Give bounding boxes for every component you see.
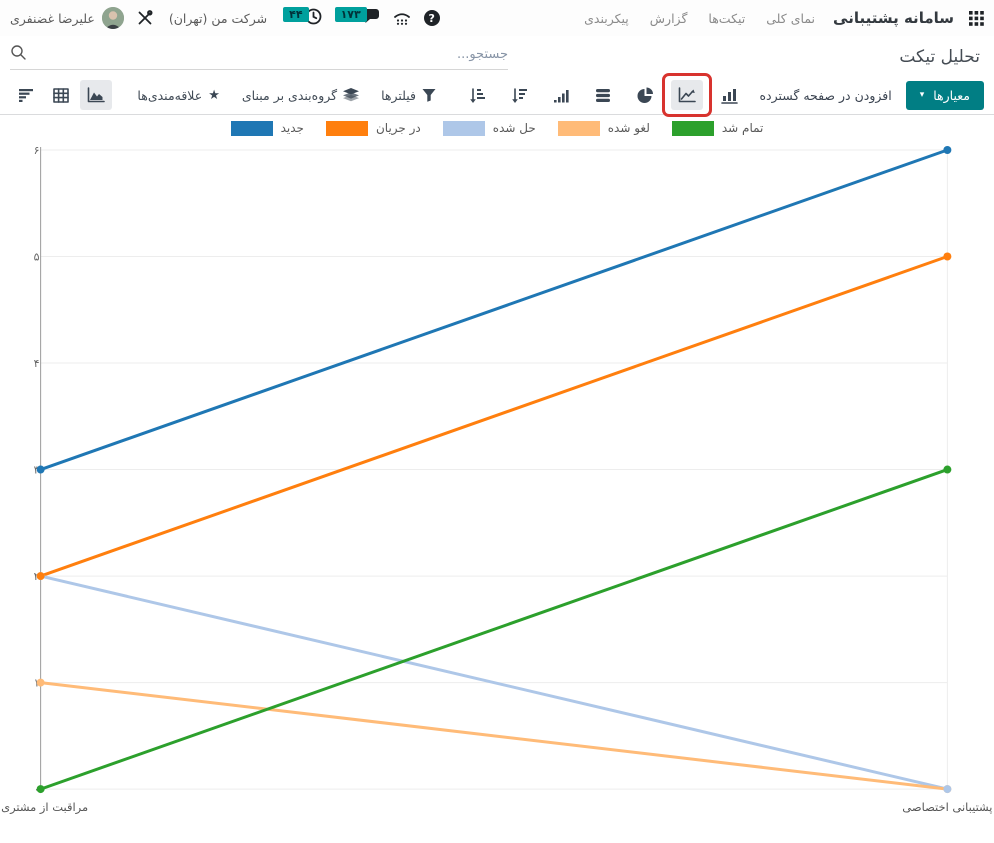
page-title: تحلیل تیکت	[899, 47, 980, 67]
stacked-toggle-button[interactable]	[587, 80, 619, 110]
chevron-down-icon: ▾	[920, 90, 925, 100]
chart-canvas: ۰۱۲۳۴۵۶مراقبت از مشتریپشتیبانی اختصاصیتی…	[0, 142, 994, 842]
pivot-view-button[interactable]	[45, 80, 77, 110]
voip-phone-icon[interactable]	[393, 11, 411, 26]
insert-in-spreadsheet-button[interactable]: افزودن در صفحه گسترده	[755, 88, 895, 103]
apps-grid-icon[interactable]	[969, 11, 984, 26]
legend-item-2[interactable]: حل شده	[443, 121, 536, 136]
user-name: علیرضا غضنفری	[10, 11, 95, 26]
svg-text:۶: ۶	[34, 144, 40, 157]
pie-chart-button[interactable]	[629, 80, 661, 110]
search-input[interactable]	[27, 47, 508, 62]
messages-tray[interactable]: ۱۷۳	[335, 8, 380, 28]
svg-text:پشتیبانی اختصاصی: پشتیبانی اختصاصی	[902, 800, 992, 814]
bar-chart-button[interactable]	[713, 80, 745, 110]
control-panel-header: تحلیل تیکت	[0, 36, 994, 76]
sort-ascending-button[interactable]	[461, 80, 493, 110]
tools-icon[interactable]	[137, 10, 153, 26]
favorites-button[interactable]: ★ علاقه‌مندی‌ها	[131, 88, 225, 103]
legend-item-1[interactable]: در جریان	[326, 121, 421, 136]
legend-swatch	[443, 121, 485, 136]
legend-label: حل شده	[493, 121, 536, 135]
app-name[interactable]: سامانه پشتیبانی	[833, 9, 954, 27]
menu-tickets[interactable]: تیکت‌ها	[705, 9, 748, 28]
measures-button[interactable]: معیارها ▾	[906, 81, 984, 110]
legend-swatch	[231, 121, 273, 136]
legend-item-3[interactable]: لغو شده	[558, 121, 650, 136]
filters-button[interactable]: فیلترها	[375, 88, 442, 103]
activities-tray[interactable]: ۴۴	[283, 8, 321, 29]
user-avatar	[102, 7, 124, 29]
toolbar-right-group: معیارها ▾ افزودن در صفحه گسترده	[461, 80, 984, 110]
list-view-button[interactable]	[10, 80, 42, 110]
svg-text:تیم: تیم	[487, 840, 502, 842]
ticket-analysis-chart: جدیددر جریانحل شدهلغو شدهتمام شد ۰۱۲۳۴۵۶…	[0, 115, 994, 842]
filter-funnel-icon	[422, 88, 436, 102]
star-icon: ★	[208, 88, 220, 103]
legend-swatch	[326, 121, 368, 136]
activities-count-badge: ۴۴	[283, 7, 308, 22]
company-switcher[interactable]: شرکت من (تهران)	[166, 9, 270, 28]
menu-overview[interactable]: نمای کلی	[763, 9, 818, 28]
legend-label: در جریان	[376, 121, 421, 135]
legend-label: تمام شد	[722, 121, 764, 135]
svg-text:۵: ۵	[34, 250, 40, 263]
user-menu[interactable]: علیرضا غضنفری	[10, 7, 124, 29]
view-switcher	[10, 80, 112, 110]
legend-item-0[interactable]: جدید	[231, 121, 304, 136]
legend-swatch	[672, 121, 714, 136]
messages-count-badge: ۱۷۳	[335, 7, 367, 22]
search-box	[10, 44, 508, 70]
line-chart-button[interactable]	[671, 80, 703, 110]
table-grid-icon	[53, 88, 69, 103]
chart-legend: جدید در جریان حل شده لغو شده تمام شد	[0, 115, 994, 142]
graph-toolbar: معیارها ▾ افزودن در صفحه گسترده	[0, 76, 994, 115]
systray: ? ۱۷۳	[10, 7, 440, 29]
layers-icon	[343, 88, 359, 102]
sort-descending-button[interactable]	[503, 80, 535, 110]
area-chart-icon	[87, 87, 105, 103]
legend-swatch	[558, 121, 600, 136]
menu-reporting[interactable]: گزارش	[647, 9, 691, 28]
svg-text:مراقبت از مشتری: مراقبت از مشتری	[1, 800, 88, 815]
search-icon	[10, 44, 27, 65]
toolbar-middle-group: فیلترها گروه‌بندی بر مبنای ★ علاقه‌مندی‌…	[131, 88, 442, 103]
menu-configuration[interactable]: پیکربندی	[581, 9, 632, 28]
group-by-button[interactable]: گروه‌بندی بر مبنای	[236, 88, 365, 103]
svg-text:۴: ۴	[34, 357, 40, 370]
legend-label: جدید	[281, 121, 304, 135]
graph-view-button[interactable]	[80, 80, 112, 110]
cumulative-button[interactable]	[545, 80, 577, 110]
top-navbar: سامانه پشتیبانی نمای کلی تیکت‌ها گزارش پ…	[0, 0, 994, 36]
horizontal-bars-icon	[18, 88, 34, 102]
help-icon[interactable]: ?	[424, 10, 440, 26]
legend-item-4[interactable]: تمام شد	[672, 121, 764, 136]
navbar-main-menu: سامانه پشتیبانی نمای کلی تیکت‌ها گزارش پ…	[581, 9, 984, 28]
legend-label: لغو شده	[608, 121, 650, 135]
